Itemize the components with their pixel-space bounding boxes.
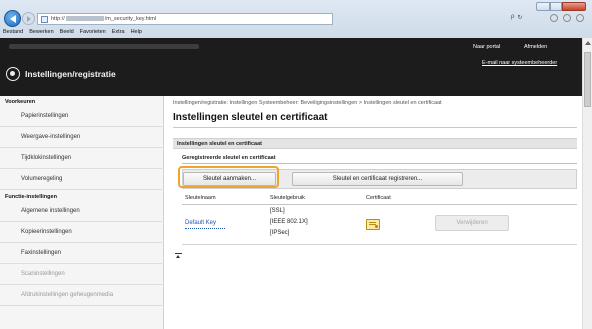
portal-link[interactable]: Naar portal xyxy=(473,44,500,50)
close-window-button[interactable] xyxy=(562,2,586,11)
search-icon[interactable]: ρ xyxy=(511,14,514,21)
delete-button[interactable]: Verwijderen xyxy=(435,215,509,231)
sidebar-item-label: Kopieerinstellingen xyxy=(21,229,72,235)
settings-gear-icon[interactable] xyxy=(576,14,584,22)
sidebar-item-paper[interactable]: Papierinstellingen xyxy=(0,106,164,127)
address-tools: ρ ↻ xyxy=(511,14,522,21)
window-controls xyxy=(536,2,586,11)
breadcrumb: Instellingen/registratie: Instellingen S… xyxy=(173,100,442,106)
title-divider xyxy=(173,127,577,128)
maximize-button[interactable] xyxy=(550,2,562,11)
vertical-scrollbar[interactable] xyxy=(582,38,592,329)
sidebar-item-label: Afdrukinstellingen geheugenmedia xyxy=(21,292,114,298)
back-to-top-icon[interactable] xyxy=(175,253,182,259)
logout-link[interactable]: Afmelden xyxy=(524,44,547,50)
menu-beeld[interactable]: Beeld xyxy=(60,27,74,38)
home-icon[interactable] xyxy=(550,14,558,22)
sidebar-item-volume[interactable]: Volumeregeling xyxy=(0,169,164,190)
column-header-certificate: Certificaat xyxy=(366,195,391,201)
subsection-divider xyxy=(182,163,577,164)
sidebar-item-label: Volumeregeling xyxy=(21,176,63,182)
menu-extra[interactable]: Extra xyxy=(112,27,125,38)
favorites-star-icon[interactable] xyxy=(563,14,571,22)
highlight-frame xyxy=(178,166,279,188)
menu-bar: Bestand Bewerken Beeld Favorieten Extra … xyxy=(0,27,592,38)
sidebar-item-timer[interactable]: Tijdklokinstellingen xyxy=(0,148,164,169)
browser-chrome: http:///m_security_key.html ρ ↻ Bestand … xyxy=(0,0,592,38)
section-header: Instellingen sleutel en certificaat xyxy=(173,138,577,149)
back-button[interactable] xyxy=(4,10,21,27)
url-text: http:///m_security_key.html xyxy=(51,16,157,22)
sidebar-item-copy[interactable]: Kopieerinstellingen xyxy=(0,222,164,243)
scroll-thumb[interactable] xyxy=(584,52,591,107)
sidebar-section-functions: Functie-instellingen xyxy=(5,194,57,200)
sidebar-item-label: Weergave-instellingen xyxy=(21,134,81,140)
certificate-icon[interactable] xyxy=(366,219,380,230)
sidebar-item-label: Algemene instellingen xyxy=(21,208,80,214)
app-header: Instellingen/registratie Naar portal Afm… xyxy=(0,38,582,96)
email-admin-link[interactable]: E-mail naar systeembeheerder xyxy=(482,60,557,66)
menu-help[interactable]: Help xyxy=(131,27,142,38)
table-row-divider xyxy=(182,244,577,245)
page-icon xyxy=(41,16,48,23)
sidebar-item-display[interactable]: Weergave-instellingen xyxy=(0,127,164,148)
sidebar-item-label: Papierinstellingen xyxy=(21,113,69,119)
register-key-certificate-button[interactable]: Sleutel en certificaat registreren... xyxy=(292,172,463,186)
menu-bestand[interactable]: Bestand xyxy=(3,27,23,38)
settings-icon xyxy=(6,67,20,81)
sidebar-item-fax[interactable]: Faxinstellingen xyxy=(0,243,164,264)
refresh-icon[interactable]: ↻ xyxy=(517,14,522,21)
forward-button[interactable] xyxy=(22,12,35,25)
sidebar-item-label: Faxinstellingen xyxy=(21,250,62,256)
sidebar-item-label: Scaninstellingen xyxy=(21,271,65,277)
table-header-divider xyxy=(182,204,577,205)
redacted-host xyxy=(65,16,104,22)
column-header-key-name: Sleutelnaam xyxy=(185,195,216,201)
minimize-button[interactable] xyxy=(536,2,550,11)
menu-bewerken[interactable]: Bewerken xyxy=(29,27,53,38)
sidebar-section-preferences: Voorkeuren xyxy=(5,99,36,105)
key-usage-ssl: [SSL] xyxy=(270,208,285,214)
column-header-key-usage: Sleutelgebruik xyxy=(270,195,305,201)
app-title: Instellingen/registratie xyxy=(25,69,116,79)
address-bar[interactable]: http:///m_security_key.html xyxy=(37,13,333,25)
menu-favorieten[interactable]: Favorieten xyxy=(80,27,106,38)
section-title: Instellingen sleutel en certificaat xyxy=(177,141,262,147)
page-title: Instellingen sleutel en certificaat xyxy=(173,112,328,123)
sidebar-item-general[interactable]: Algemene instellingen xyxy=(0,201,164,222)
scroll-up-arrow-icon[interactable] xyxy=(585,41,591,45)
sidebar: Voorkeuren Papierinstellingen Weergave-i… xyxy=(0,96,164,329)
sidebar-item-memory-media[interactable]: Afdrukinstellingen geheugenmedia xyxy=(0,285,164,306)
browser-toolbar-icons xyxy=(550,14,584,22)
sidebar-item-label: Tijdklokinstellingen xyxy=(21,155,72,161)
key-name-link[interactable]: Default Key xyxy=(185,220,216,226)
redacted-device-info xyxy=(9,44,199,49)
key-usage-ipsec: [IPSec] xyxy=(270,230,290,236)
sidebar-item-scan[interactable]: Scaninstellingen xyxy=(0,264,164,285)
subsection-title: Geregistreerde sleutel en certificaat xyxy=(182,155,276,161)
key-usage-ieee8021x: [IEEE 802.1X] xyxy=(270,219,308,225)
key-link-underline xyxy=(185,228,225,229)
